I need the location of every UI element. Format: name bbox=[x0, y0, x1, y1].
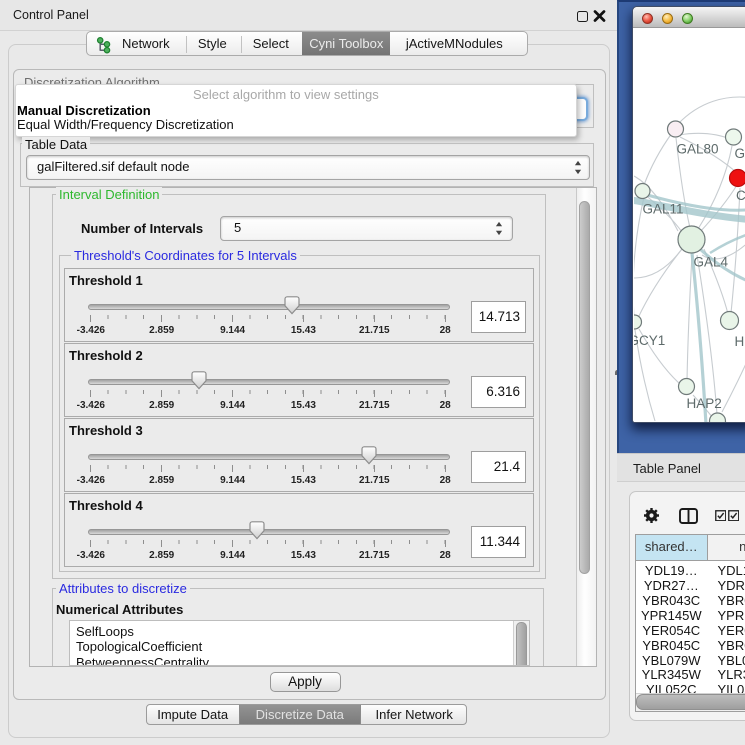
svg-text:HAP2: HAP2 bbox=[686, 396, 721, 411]
svg-text:GAL4: GAL4 bbox=[693, 255, 728, 270]
svg-text:GAL80: GAL80 bbox=[676, 142, 718, 157]
svg-text:HI: HI bbox=[734, 334, 745, 349]
svg-text:CY: CY bbox=[736, 188, 745, 203]
svg-text:GAL2: GAL2 bbox=[734, 146, 745, 161]
svg-text:GAL11: GAL11 bbox=[642, 202, 683, 217]
svg-text:GCY1: GCY1 bbox=[634, 333, 665, 348]
